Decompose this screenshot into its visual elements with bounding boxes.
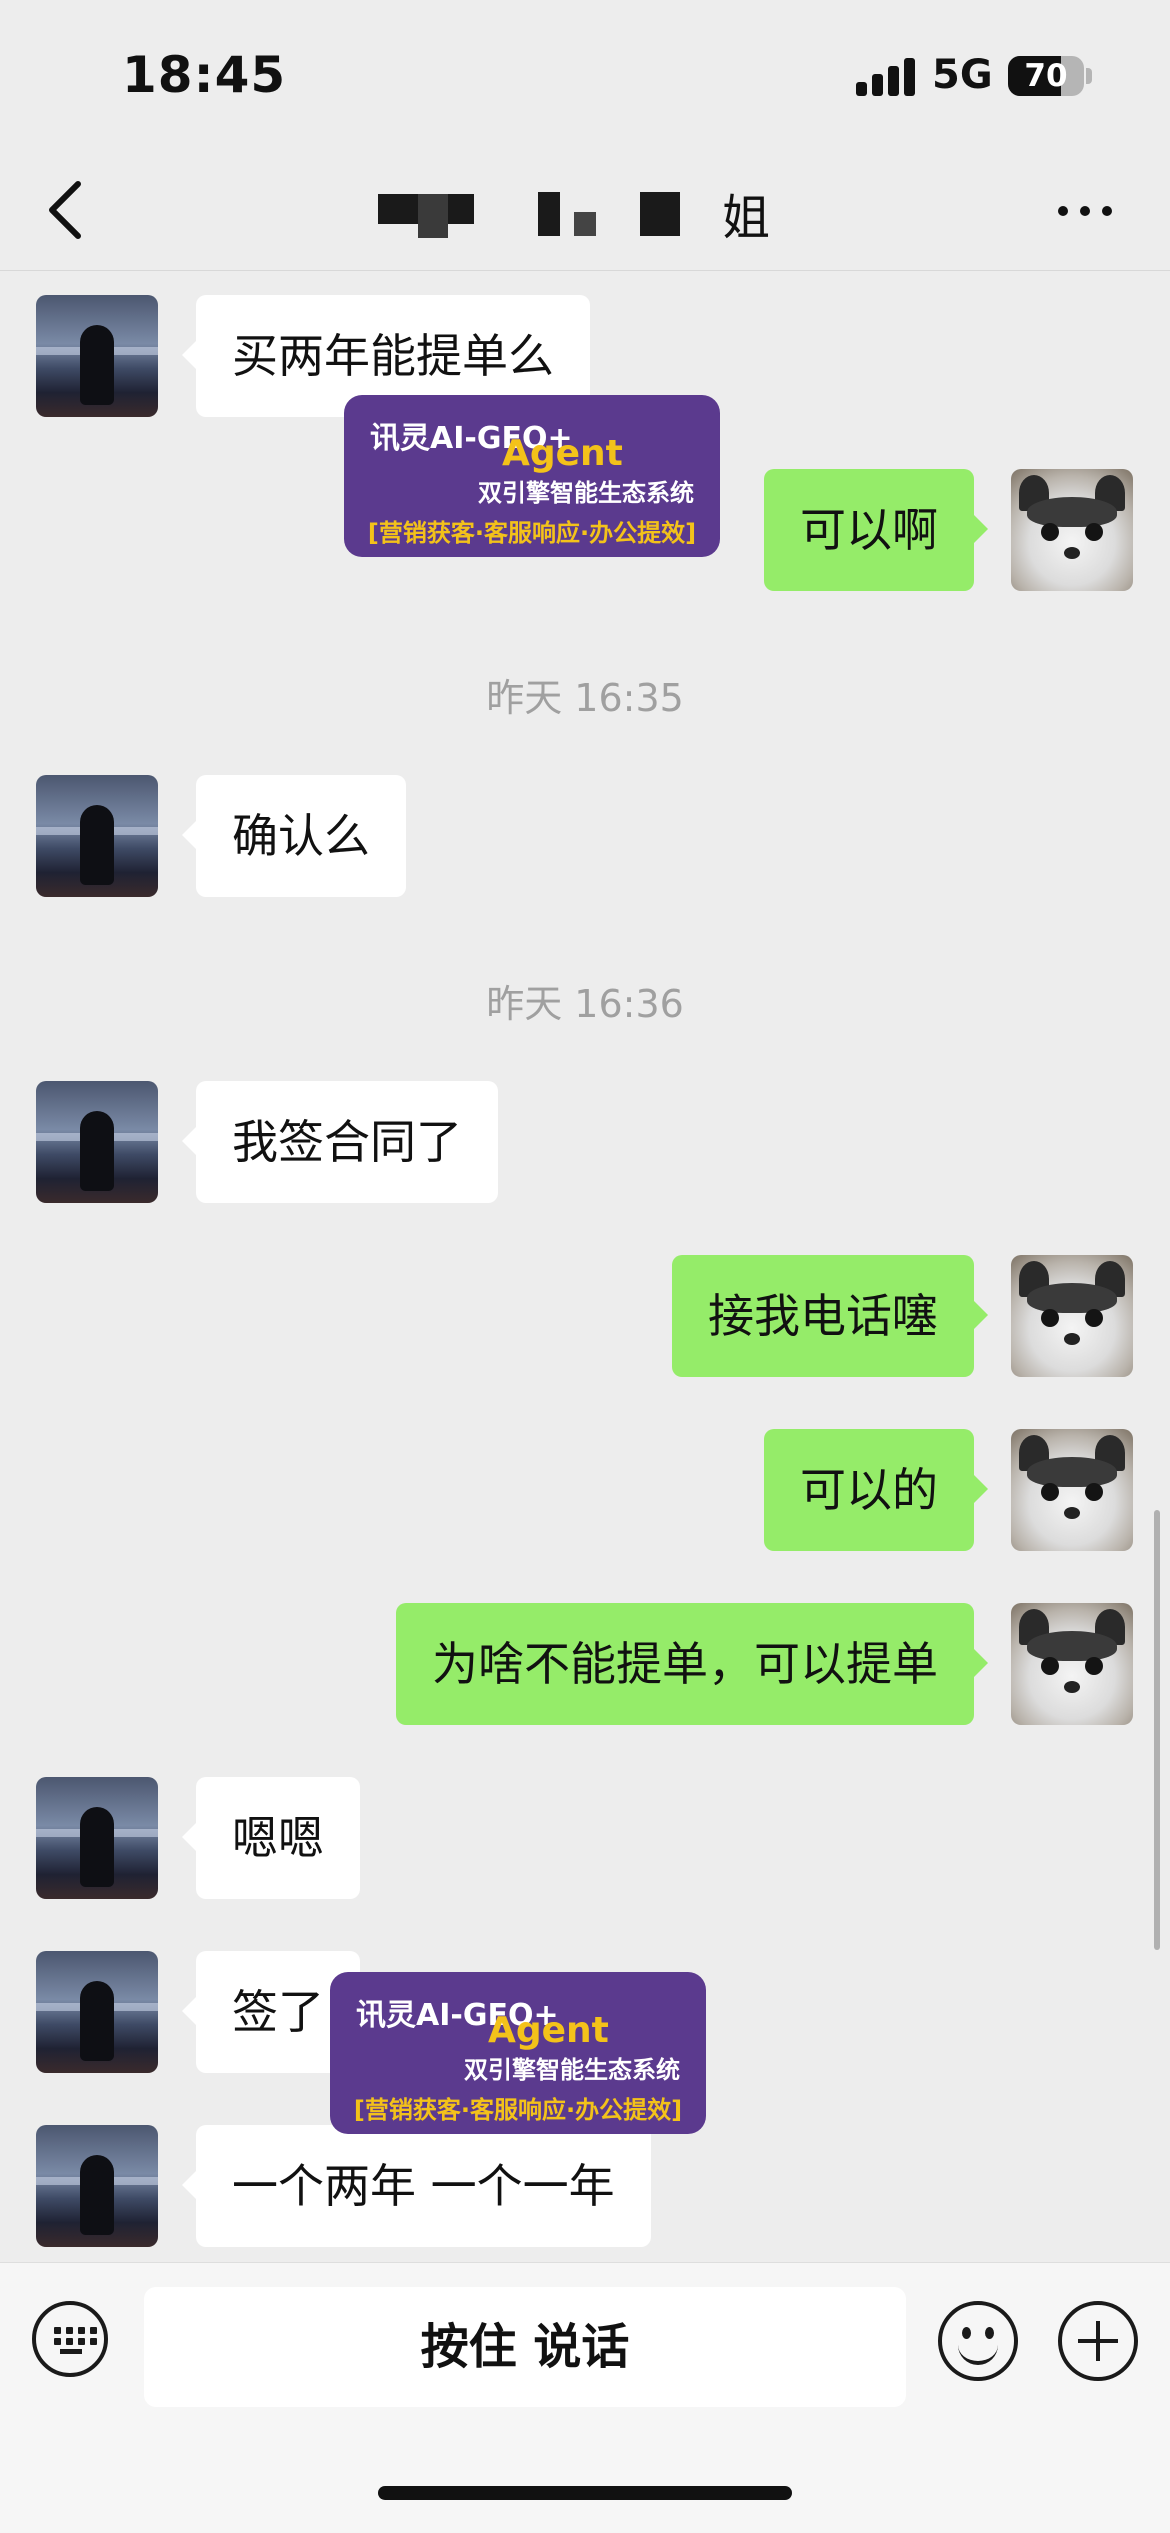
- message-bubble-sent[interactable]: 可以啊: [764, 469, 988, 591]
- battery-icon: 70: [1008, 56, 1084, 96]
- contact-avatar[interactable]: [36, 1777, 158, 1899]
- ad-line-2: 双引擎智能生态系统: [478, 479, 694, 507]
- ad-line-3: [营销获客·客服响应·办公提效]: [353, 2096, 683, 2124]
- chat-title: 姐: [722, 190, 771, 246]
- network-type: 5G: [932, 52, 993, 98]
- status-time: 18:45: [122, 46, 287, 104]
- message-bubble-sent[interactable]: 可以的: [764, 1429, 988, 1551]
- ad-line-2: 双引擎智能生态系统: [464, 2056, 680, 2084]
- message-bubble-received[interactable]: 嗯嗯: [182, 1777, 360, 1899]
- battery-percent: 70: [1024, 58, 1068, 94]
- contact-avatar[interactable]: [36, 295, 158, 417]
- my-avatar[interactable]: [1011, 1255, 1133, 1377]
- timestamp: 昨天 16:36: [486, 982, 684, 1026]
- home-indicator[interactable]: [378, 2486, 792, 2500]
- battery-tip: [1086, 68, 1092, 84]
- message-bubble-received[interactable]: 一个两年 一个一年: [182, 2125, 651, 2247]
- watermark-ad: 讯灵AI-GEO+ Agent 双引擎智能生态系统 [营销获客·客服响应·办公提…: [344, 395, 720, 557]
- contact-avatar[interactable]: [36, 1951, 158, 2073]
- contact-avatar[interactable]: [36, 2125, 158, 2247]
- my-avatar[interactable]: [1011, 1603, 1133, 1725]
- keyboard-button[interactable]: [32, 2301, 108, 2377]
- scrollbar[interactable]: [1154, 1510, 1160, 1950]
- more-functions-button[interactable]: [1058, 2301, 1138, 2381]
- hold-to-talk-button[interactable]: 按住 说话: [144, 2287, 906, 2407]
- contact-avatar[interactable]: [36, 775, 158, 897]
- ad-line-1b: Agent: [488, 2010, 609, 2051]
- chat-header: 姐: [0, 150, 1170, 271]
- timestamp: 昨天 16:35: [486, 676, 684, 720]
- more-button[interactable]: [1050, 190, 1120, 230]
- chevron-left-icon: [49, 181, 81, 239]
- watermark-ad: 讯灵AI-GEO+ Agent 双引擎智能生态系统 [营销获客·客服响应·办公提…: [330, 1972, 706, 2134]
- message-bubble-sent[interactable]: 为啥不能提单，可以提单: [396, 1603, 988, 1725]
- back-button[interactable]: [40, 176, 100, 244]
- my-avatar[interactable]: [1011, 1429, 1133, 1551]
- emoji-button[interactable]: [938, 2301, 1018, 2381]
- ad-line-3: [营销获客·客服响应·办公提效]: [367, 519, 697, 547]
- message-list[interactable]: 买两年能提单么 可以啊 昨天 16:35 确认么 昨天 16:36 我签合同了 …: [0, 271, 1170, 2271]
- message-bubble-received[interactable]: 我签合同了: [182, 1081, 498, 1203]
- message-bubble-sent[interactable]: 接我电话噻: [672, 1255, 988, 1377]
- contact-avatar[interactable]: [36, 1081, 158, 1203]
- my-avatar[interactable]: [1011, 469, 1133, 591]
- ad-line-1b: Agent: [502, 433, 623, 474]
- message-bubble-received[interactable]: 确认么: [182, 775, 406, 897]
- status-bar: 18:45 5G 70: [0, 0, 1170, 150]
- signal-icon: [856, 58, 916, 96]
